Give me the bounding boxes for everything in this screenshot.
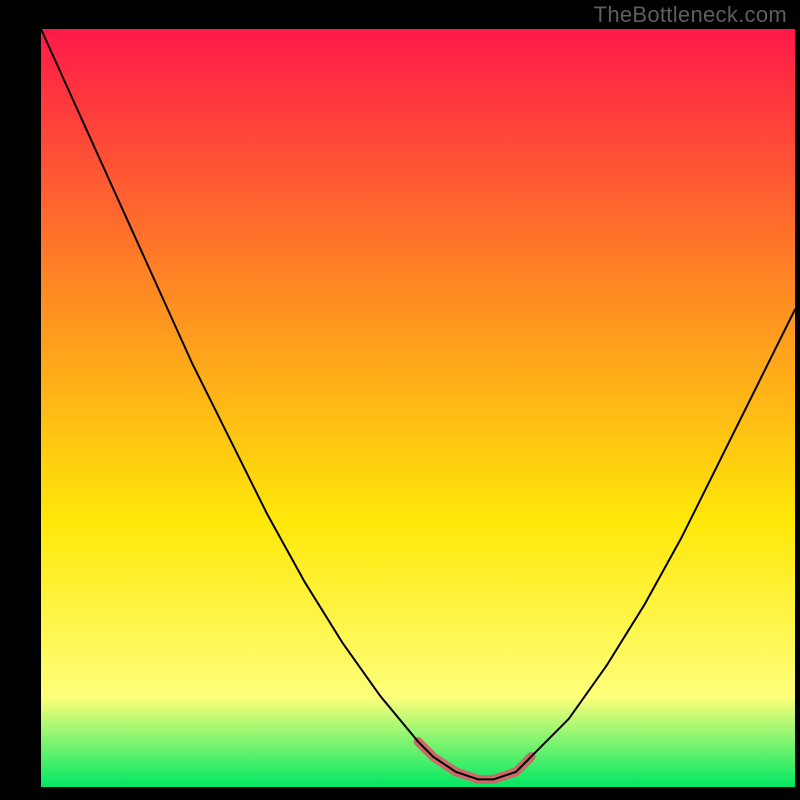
watermark-text: TheBottleneck.com [594, 2, 787, 28]
plot-background [41, 29, 795, 787]
bottleneck-chart [0, 0, 800, 800]
